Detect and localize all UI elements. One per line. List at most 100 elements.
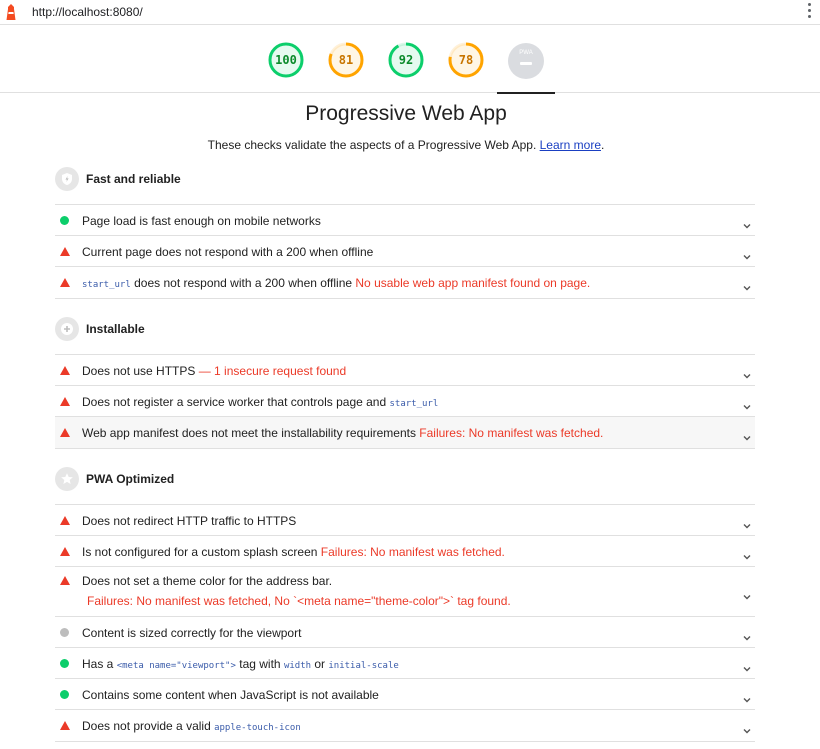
audit-row[interactable]: Page load is fast enough on mobile netwo… [55,204,755,236]
pwa-badge-icon: PWA [508,43,544,79]
score-gauge[interactable]: 100 [267,41,305,79]
fail-triangle-icon [60,576,70,585]
audit-title: Contains some content when JavaScript is… [82,688,379,702]
chevron-down-icon[interactable] [743,248,751,260]
audit-text: Current page does not respond with a 200… [82,245,374,259]
code-snippet: initial-scale [328,661,399,671]
chevron-down-icon[interactable] [743,367,751,379]
audit-text: Does not provide a valid [82,719,215,733]
code-snippet: start_url [389,399,439,409]
audit-status-indicator [60,247,70,256]
score-gauge[interactable]: 78 [447,41,485,79]
audit-status-indicator [60,659,69,668]
code-snippet: width [283,661,312,671]
audit-group-title: Installable [86,322,145,336]
audit-error-text: No usable web app manifest found on page… [355,276,591,290]
audit-row[interactable]: Does not set a theme color for the addre… [55,566,755,617]
audit-title: Content is sized correctly for the viewp… [82,626,301,640]
chevron-down-icon[interactable] [743,660,751,672]
audit-group-title: Fast and reliable [86,172,181,186]
audit-title: start_url does not respond with a 200 wh… [82,276,590,290]
plus-circle-icon [55,317,79,341]
pwa-category-tab[interactable]: PWA [497,35,555,94]
chevron-down-icon[interactable] [743,629,751,641]
audit-text: Does not use HTTPS [82,364,199,378]
audit-status-indicator [60,516,70,525]
chevron-down-icon[interactable] [743,548,751,560]
description-text: These checks validate the aspects of a P… [207,138,537,152]
lighthouse-icon [6,4,16,20]
audit-title: Does not register a service worker that … [82,395,438,409]
audit-status-indicator [60,216,69,225]
code-snippet: <meta name="viewport"> [116,661,236,671]
audit-row[interactable]: Web app manifest does not meet the insta… [55,416,755,449]
fail-triangle-icon [60,247,70,256]
audit-text: Has a [82,657,117,671]
audit-status-indicator [60,397,70,406]
audit-row[interactable]: Current page does not respond with a 200… [55,235,755,267]
audit-status-indicator [60,721,70,730]
audit-error-text: Failures: No manifest was fetched, No `<… [87,594,511,608]
audit-title: Does not set a theme color for the addre… [82,574,332,588]
learn-more-link[interactable]: Learn more [540,138,601,152]
chevron-down-icon[interactable] [743,517,751,529]
audit-row[interactable]: Does not redirect HTTP traffic to HTTPS [55,504,755,536]
audit-text: Content is sized correctly for the viewp… [82,626,302,640]
chevron-down-icon[interactable] [743,279,751,291]
page-title: Progressive Web App [305,102,507,125]
chevron-down-icon[interactable] [743,588,751,600]
audit-status-indicator [60,628,69,637]
fail-triangle-icon [60,397,70,406]
code-snippet: apple-touch-icon [214,723,301,733]
fail-triangle-icon [60,278,70,287]
browser-toolbar: http://localhost:8080/ [0,0,820,25]
chevron-down-icon[interactable] [743,429,751,441]
audit-row[interactable]: Has a <meta name="viewport"> tag with wi… [55,647,755,679]
chevron-down-icon[interactable] [743,398,751,410]
audit-title: Page load is fast enough on mobile netwo… [82,214,321,228]
section-description: These checks validate the aspects of a P… [0,138,812,152]
gauge-score: 81 [338,53,354,67]
chevron-down-icon[interactable] [743,722,751,734]
pass-circle-icon [60,659,69,668]
manual-circle-icon [60,628,69,637]
pass-circle-icon [60,690,69,699]
fail-triangle-icon [60,366,70,375]
audit-error-text: Failures: No manifest was fetched. [419,426,604,440]
audit-row[interactable]: Content is sized correctly for the viewp… [55,616,755,648]
audit-row[interactable]: Does not register a service worker that … [55,385,755,417]
audit-text: Does not redirect HTTP traffic to HTTPS [82,514,297,528]
audit-title: Does not provide a valid apple-touch-ico… [82,719,301,733]
fail-triangle-icon [60,428,70,437]
score-gauges: 100 81 92 78 PWA [0,25,820,94]
score-gauge[interactable]: 92 [387,41,425,79]
description-period: . [601,138,605,152]
audit-row[interactable]: Is not configured for a custom splash sc… [55,535,755,567]
pass-circle-icon [60,216,69,225]
more-options-icon[interactable] [808,3,812,21]
audit-text: Is not configured for a custom splash sc… [82,545,321,559]
audit-row[interactable]: Does not provide a valid apple-touch-ico… [55,709,755,742]
audit-row[interactable]: start_url does not respond with a 200 wh… [55,266,755,299]
fail-triangle-icon [60,516,70,525]
audit-title: Web app manifest does not meet the insta… [82,426,603,440]
chevron-down-icon[interactable] [743,217,751,229]
audit-error-text: Failures: No manifest was fetched. [320,545,505,559]
audit-title: Has a <meta name="viewport"> tag with wi… [82,657,399,671]
star-icon [55,467,79,491]
pwa-badge-label: PWA [519,50,533,56]
audit-text: Web app manifest does not meet the insta… [82,426,420,440]
audit-row[interactable]: Contains some content when JavaScript is… [55,678,755,710]
audit-text: tag with [235,657,284,671]
gauge-score: 78 [458,53,474,67]
audit-status-indicator [60,278,70,287]
audit-text: Does not set a theme color for the addre… [82,574,333,588]
pwa-score-dash [520,62,532,65]
chevron-down-icon[interactable] [743,691,751,703]
score-gauge[interactable]: 81 [327,41,365,79]
audit-row[interactable]: Does not use HTTPS — 1 insecure request … [55,354,755,386]
address-bar-url[interactable]: http://localhost:8080/ [32,5,143,19]
audit-status-indicator [60,547,70,556]
audit-status-indicator [60,366,70,375]
audit-status-indicator [60,576,70,585]
